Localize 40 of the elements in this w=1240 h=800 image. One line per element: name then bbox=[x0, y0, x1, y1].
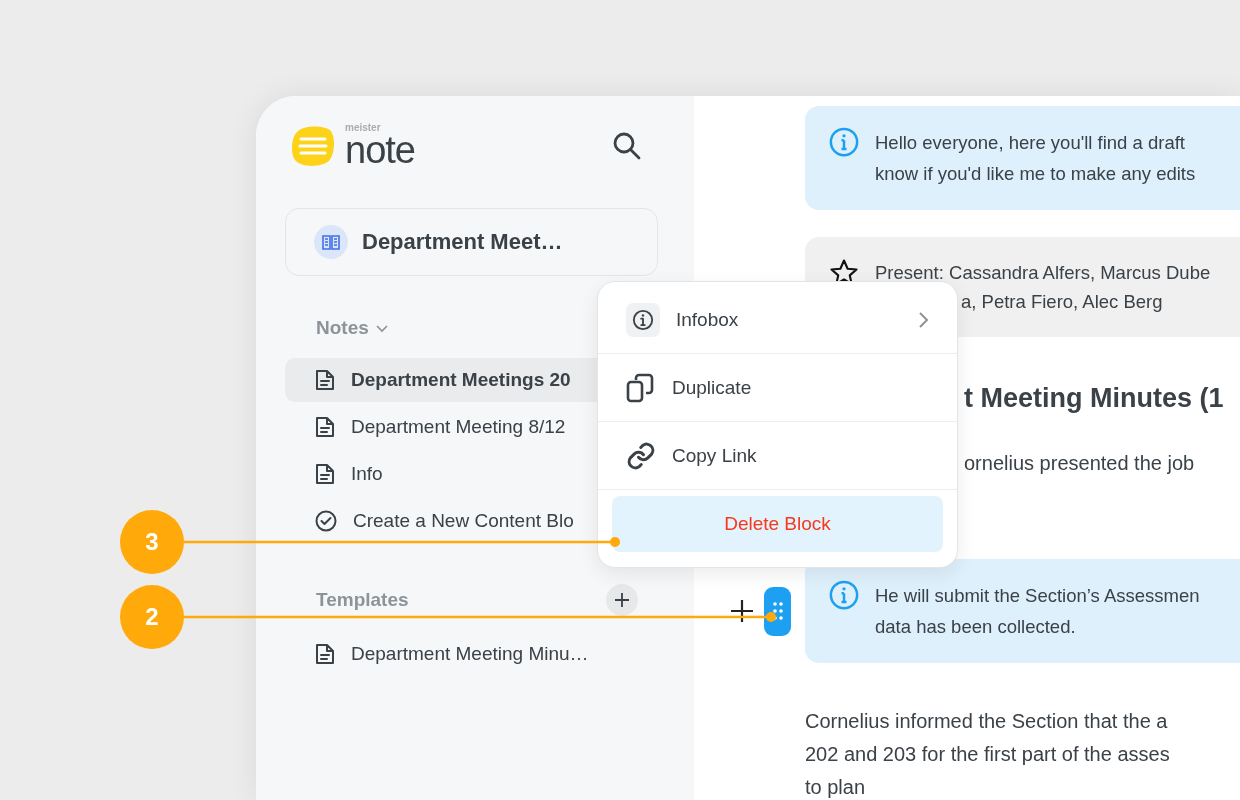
info-icon bbox=[626, 302, 660, 337]
text-line: ornelius presented the job bbox=[964, 451, 1195, 476]
drag-handle[interactable] bbox=[764, 586, 791, 636]
text-line: Cornelius informed the Section that the a bbox=[805, 709, 1168, 734]
menu-item[interactable]: Copy Link bbox=[598, 422, 957, 490]
info-icon bbox=[829, 580, 859, 610]
plus-icon bbox=[614, 592, 630, 608]
chevron-icon bbox=[374, 323, 389, 333]
duplicate-icon bbox=[626, 372, 656, 403]
page-icon bbox=[315, 416, 335, 438]
page-icon bbox=[315, 643, 335, 665]
note-heading: t Meeting Minutes (1 bbox=[964, 382, 1224, 415]
text-line: Hello everyone, here you'll find a draft bbox=[875, 131, 1185, 155]
template-item[interactable]: Department Meeting Minu… bbox=[285, 632, 658, 676]
text-line: know if you'd like me to make any edits bbox=[875, 162, 1196, 186]
brand-name: note bbox=[345, 131, 415, 169]
text-line: a, Petra Fiero, Alec Berg bbox=[961, 290, 1163, 314]
text-line: Present: Cassandra Alfers, Marcus Dube bbox=[875, 261, 1211, 285]
menu-item[interactable]: Infobox bbox=[598, 286, 957, 354]
text-line: He will submit the Section’s Assessmen bbox=[875, 584, 1200, 608]
brand-subtitle: meister bbox=[345, 123, 382, 133]
book-icon bbox=[314, 225, 348, 259]
check-circle-icon bbox=[315, 510, 337, 532]
menu-item[interactable]: Duplicate bbox=[598, 354, 957, 422]
chevron-right-icon bbox=[917, 310, 929, 329]
link-icon bbox=[626, 440, 656, 471]
notebook-selector[interactable]: Department Meet… bbox=[285, 208, 658, 276]
templates-heading: Templates bbox=[316, 589, 409, 611]
search-icon[interactable] bbox=[612, 131, 642, 161]
step-marker: 3 bbox=[120, 510, 184, 574]
logo-icon bbox=[291, 124, 335, 168]
add-icon[interactable] bbox=[730, 599, 754, 623]
text-line: to plan bbox=[805, 775, 866, 800]
text-line: data has been collected. bbox=[875, 615, 1076, 639]
info-icon bbox=[829, 127, 859, 157]
step-marker: 2 bbox=[120, 585, 184, 649]
page-icon bbox=[315, 463, 335, 485]
page-icon bbox=[315, 369, 335, 391]
add-template-button[interactable] bbox=[606, 584, 638, 616]
text-line: 202 and 203 for the first part of the asses bbox=[805, 742, 1170, 767]
